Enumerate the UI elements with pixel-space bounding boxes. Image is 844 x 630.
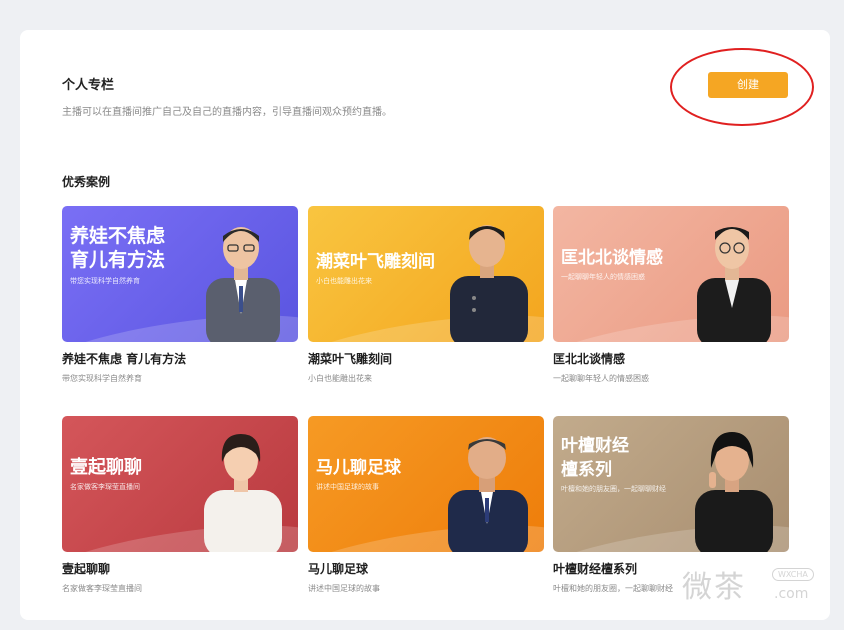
case-card-1[interactable]: 养娃不焦虑 育儿有方法 带您实现科学自然养育 养娃不焦虑 育儿有方法 带您实现科… <box>62 206 298 384</box>
presenter-photo <box>450 225 528 342</box>
case-card-3[interactable]: 匡北北谈情感 一起聊聊年轻人的情感困惑 匡北北谈情感 一起聊聊年轻人的情感困惑 <box>553 206 789 384</box>
site-watermark: 微茶 WXCHA .com <box>676 560 826 620</box>
case-title: 养娃不焦虑 育儿有方法 <box>62 352 187 366</box>
banner-subtitle: 讲述中国足球的故事 <box>316 483 379 491</box>
banner-subtitle: 叶檀和她的朋友圈，一起聊聊财经 <box>561 485 666 493</box>
case-title: 壹起聊聊 <box>62 562 111 576</box>
presenter-photo <box>697 227 771 342</box>
case-banner: 马儿聊足球 讲述中国足球的故事 <box>308 416 544 552</box>
case-banner: 叶檀财经 檀系列 叶檀和她的朋友圈，一起聊聊财经 <box>553 416 789 552</box>
excellent-cases-title: 优秀案例 <box>62 175 111 189</box>
case-title: 匡北北谈情感 <box>553 352 626 366</box>
personal-column-description: 主播可以在直播间推广自己及自己的直播内容，引导直播间观众预约直播。 <box>62 107 392 118</box>
case-description: 一起聊聊年轻人的情感困惑 <box>553 374 649 383</box>
watermark-tag: WXCHA <box>772 568 814 581</box>
presenter-photo <box>695 432 773 552</box>
case-card-2[interactable]: 潮菜叶飞雕刻间 小白也能雕出花来 潮菜叶飞雕刻间 小白也能雕出花来 <box>308 206 544 384</box>
case-banner: 养娃不焦虑 育儿有方法 带您实现科学自然养育 <box>62 206 298 342</box>
banner-subtitle: 带您实现科学自然养育 <box>70 277 140 285</box>
watermark-domain: .com <box>774 586 809 602</box>
banner-subtitle: 名家做客李琛莹直播间 <box>70 483 140 491</box>
banner-subtitle: 一起聊聊年轻人的情感困惑 <box>561 273 645 281</box>
case-banner: 壹起聊聊 名家做客李琛莹直播间 <box>62 416 298 552</box>
case-description: 带您实现科学自然养育 <box>62 374 142 383</box>
create-button[interactable]: 创建 <box>708 72 788 98</box>
case-banner: 潮菜叶飞雕刻间 小白也能雕出花来 <box>308 206 544 342</box>
presenter-photo <box>448 437 528 552</box>
banner-subtitle: 小白也能雕出花来 <box>316 277 372 285</box>
presenter-photo <box>204 434 282 552</box>
case-banner: 匡北北谈情感 一起聊聊年轻人的情感困惑 <box>553 206 789 342</box>
case-card-5[interactable]: 马儿聊足球 讲述中国足球的故事 马儿聊足球 讲述中国足球的故事 <box>308 416 544 594</box>
case-description: 名家做客李琛莹直播间 <box>62 584 142 593</box>
case-description: 讲述中国足球的故事 <box>308 584 380 593</box>
case-description: 小白也能雕出花来 <box>308 374 372 383</box>
case-title: 马儿聊足球 <box>308 562 369 576</box>
case-title: 潮菜叶飞雕刻间 <box>308 352 393 366</box>
watermark-logo-text: 微茶 <box>682 570 746 605</box>
main-panel: 个人专栏 主播可以在直播间推广自己及自己的直播内容，引导直播间观众预约直播。 创… <box>20 30 830 620</box>
case-card-4[interactable]: 壹起聊聊 名家做客李琛莹直播间 壹起聊聊 名家做客李琛莹直播间 <box>62 416 298 594</box>
presenter-photo <box>206 227 280 342</box>
personal-column-title: 个人专栏 <box>62 78 115 93</box>
